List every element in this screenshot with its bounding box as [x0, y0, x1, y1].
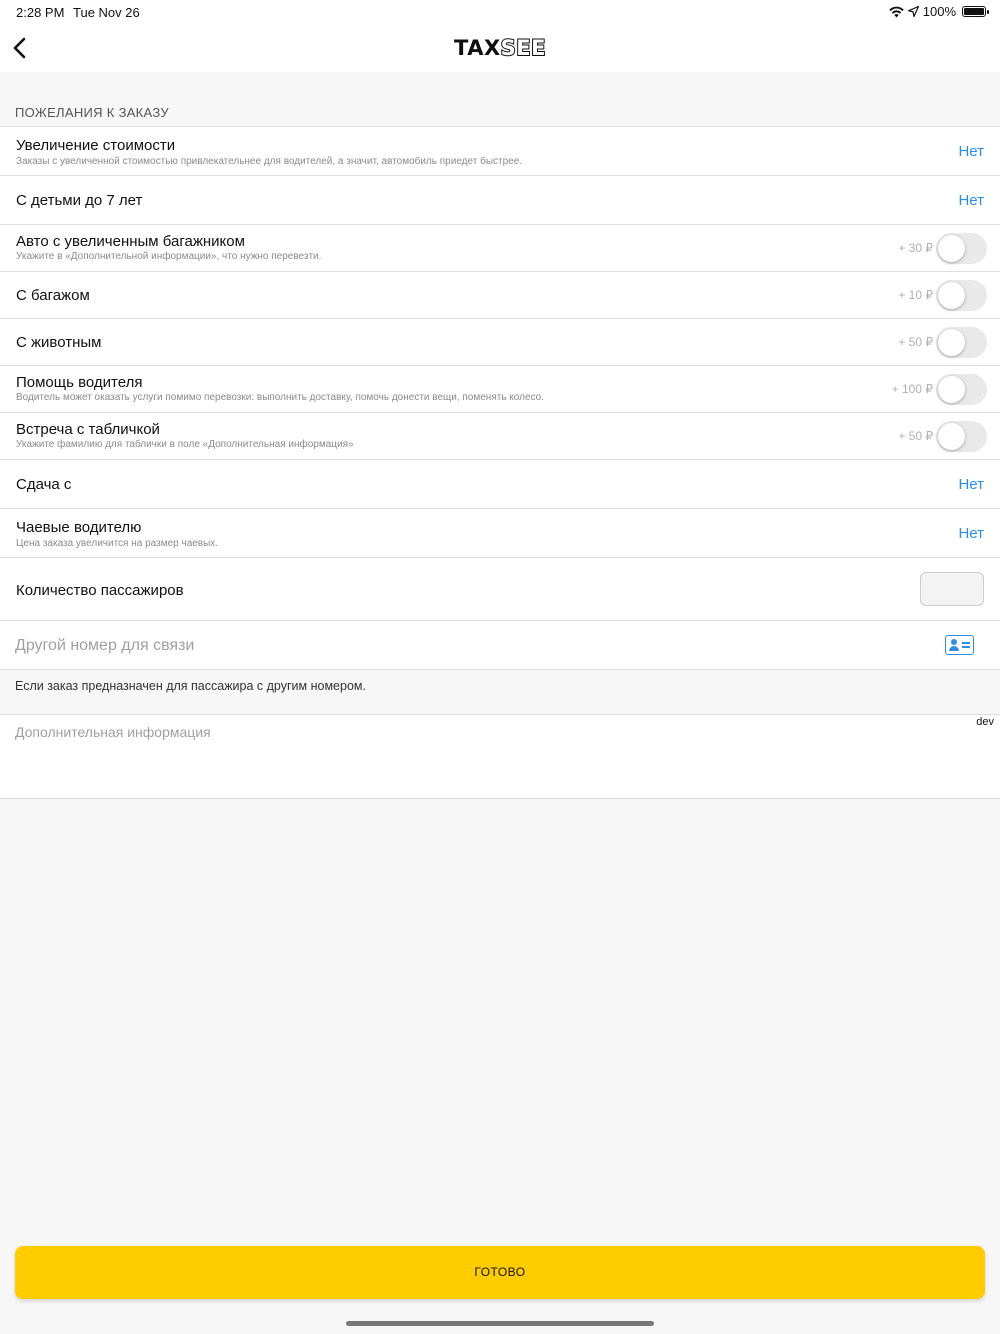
option-subtitle: Укажите фамилию для таблички в поле «Доп…: [16, 439, 354, 450]
option-title: Встреча с табличкой: [16, 421, 160, 438]
option-subtitle: Водитель может оказать услуги помимо пер…: [16, 392, 544, 403]
option-pet: С животным + 50 ₽: [0, 319, 1000, 366]
option-luggage: С багажом + 10 ₽: [0, 272, 1000, 319]
option-driver-help: Помощь водителя Водитель может оказать у…: [0, 366, 1000, 413]
option-price: + 30 ₽: [898, 241, 933, 255]
pet-toggle[interactable]: [936, 327, 987, 358]
passenger-count-input[interactable]: [920, 572, 984, 606]
dev-badge: dev: [976, 716, 994, 728]
option-passengers: Количество пассажиров: [0, 558, 1000, 621]
options-list: Увеличение стоимости Заказы с увеличенно…: [0, 126, 1000, 670]
wifi-icon: [889, 6, 904, 17]
option-subtitle: Укажите в «Дополнительной информации», ч…: [16, 251, 322, 262]
taxsee-logo: TAXSEE: [0, 35, 1000, 61]
option-value[interactable]: Нет: [958, 476, 984, 493]
contact-line: [962, 646, 970, 648]
contact-line: [962, 642, 970, 644]
contact-head: [951, 639, 957, 645]
option-price: + 10 ₽: [898, 288, 933, 302]
big-trunk-toggle[interactable]: [936, 233, 987, 264]
done-button[interactable]: ГОТОВО: [15, 1246, 985, 1299]
option-children[interactable]: С детьми до 7 лет Нет: [0, 176, 1000, 225]
navigation-bar: TAXSEE: [0, 24, 1000, 72]
battery-icon: [962, 6, 989, 17]
status-right: 100%: [889, 4, 989, 19]
option-change[interactable]: Сдача с Нет: [0, 460, 1000, 509]
home-indicator: [346, 1321, 654, 1326]
option-subtitle: Цена заказа увеличится на размер чаевых.: [16, 538, 219, 549]
contact-body: [949, 646, 959, 651]
status-time: 2:28 PM: [16, 5, 65, 20]
status-bar: 2:28 PM Tue Nov 26 100%: [0, 0, 1000, 24]
option-title: С животным: [16, 334, 102, 351]
option-title: Авто с увеличенным багажником: [16, 233, 245, 250]
option-price: + 100 ₽: [891, 382, 933, 396]
option-title: Помощь водителя: [16, 374, 143, 391]
status-date: Tue Nov 26: [73, 5, 140, 20]
section-header: ПОЖЕЛАНИЯ К ЗАКАЗУ: [15, 105, 169, 120]
luggage-toggle[interactable]: [936, 280, 987, 311]
option-price: + 50 ₽: [898, 335, 933, 349]
option-title: С багажом: [16, 287, 90, 304]
phone-input[interactable]: Другой номер для связи: [15, 637, 194, 655]
option-title: С детьми до 7 лет: [16, 192, 143, 209]
option-title: Увеличение стоимости: [16, 137, 176, 154]
option-value[interactable]: Нет: [958, 143, 984, 160]
extra-info-field[interactable]: Дополнительная информация dev: [0, 714, 1000, 799]
location-arrow-icon: [907, 6, 919, 17]
option-tips[interactable]: Чаевые водителю Цена заказа увеличится н…: [0, 509, 1000, 558]
phone-row[interactable]: Другой номер для связи: [0, 621, 1000, 670]
phone-hint: Если заказ предназначен для пассажира с …: [15, 679, 366, 693]
option-title: Количество пассажиров: [16, 582, 184, 599]
option-value[interactable]: Нет: [958, 525, 984, 542]
option-price: + 50 ₽: [898, 429, 933, 443]
option-subtitle: Заказы с увеличенной стоимостью привлека…: [16, 156, 523, 167]
option-price-increase[interactable]: Увеличение стоимости Заказы с увеличенно…: [0, 127, 1000, 176]
option-title: Сдача с: [16, 476, 72, 493]
logo-part-1: TAX: [454, 36, 501, 60]
logo-part-2: SEE: [500, 35, 547, 61]
extra-info-placeholder: Дополнительная информация: [15, 724, 211, 740]
battery-percent: 100%: [922, 4, 956, 19]
option-value[interactable]: Нет: [958, 192, 984, 209]
option-title: Чаевые водителю: [16, 519, 142, 536]
contact-card-icon[interactable]: [945, 635, 974, 655]
driver-help-toggle[interactable]: [936, 374, 987, 405]
option-meeting-sign: Встреча с табличкой Укажите фамилию для …: [0, 413, 1000, 460]
meeting-sign-toggle[interactable]: [936, 421, 987, 452]
option-big-trunk: Авто с увеличенным багажником Укажите в …: [0, 225, 1000, 272]
